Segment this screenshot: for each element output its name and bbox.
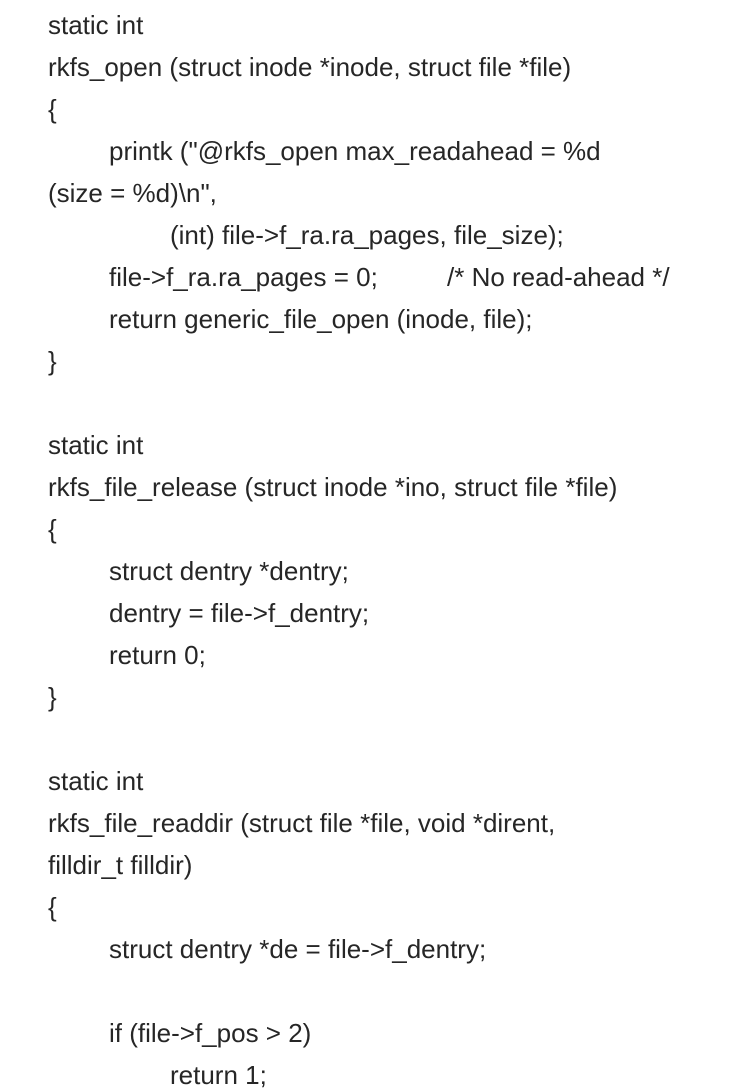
code-line: (int) file->f_ra.ra_pages, file_size); (170, 220, 564, 250)
code-line: return 1; (170, 1060, 267, 1090)
code-line: (size = %d)\n", (48, 178, 217, 208)
code-line: rkfs_file_release (struct inode *ino, st… (48, 472, 618, 502)
code-line: { (48, 892, 57, 922)
code-line: dentry = file->f_dentry; (109, 598, 370, 628)
code-line: static int (48, 10, 144, 40)
code-line: { (48, 514, 57, 544)
code-line: } (48, 682, 57, 712)
code-comment: /* No read-ahead */ (447, 262, 670, 292)
code-line: struct dentry *dentry; (109, 556, 349, 586)
code-line: return 0; (109, 640, 206, 670)
code-document: static int rkfs_open (struct inode *inod… (0, 0, 735, 1092)
code-line: { (48, 94, 57, 124)
code-line: struct dentry *de = file->f_dentry; (109, 934, 487, 964)
code-line: } (48, 346, 57, 376)
code-line: static int (48, 430, 144, 460)
code-line: if (file->f_pos > 2) (109, 1018, 312, 1048)
code-line: rkfs_file_readdir (struct file *file, vo… (48, 808, 556, 838)
code-line: printk ("@rkfs_open max_readahead = %d (109, 136, 601, 166)
code-line: rkfs_open (struct inode *inode, struct f… (48, 52, 572, 82)
code-line: return generic_file_open (inode, file); (109, 304, 533, 334)
code-line: static int (48, 766, 144, 796)
code-line: file->f_ra.ra_pages = 0; (109, 262, 378, 292)
code-line: filldir_t filldir) (48, 850, 193, 880)
